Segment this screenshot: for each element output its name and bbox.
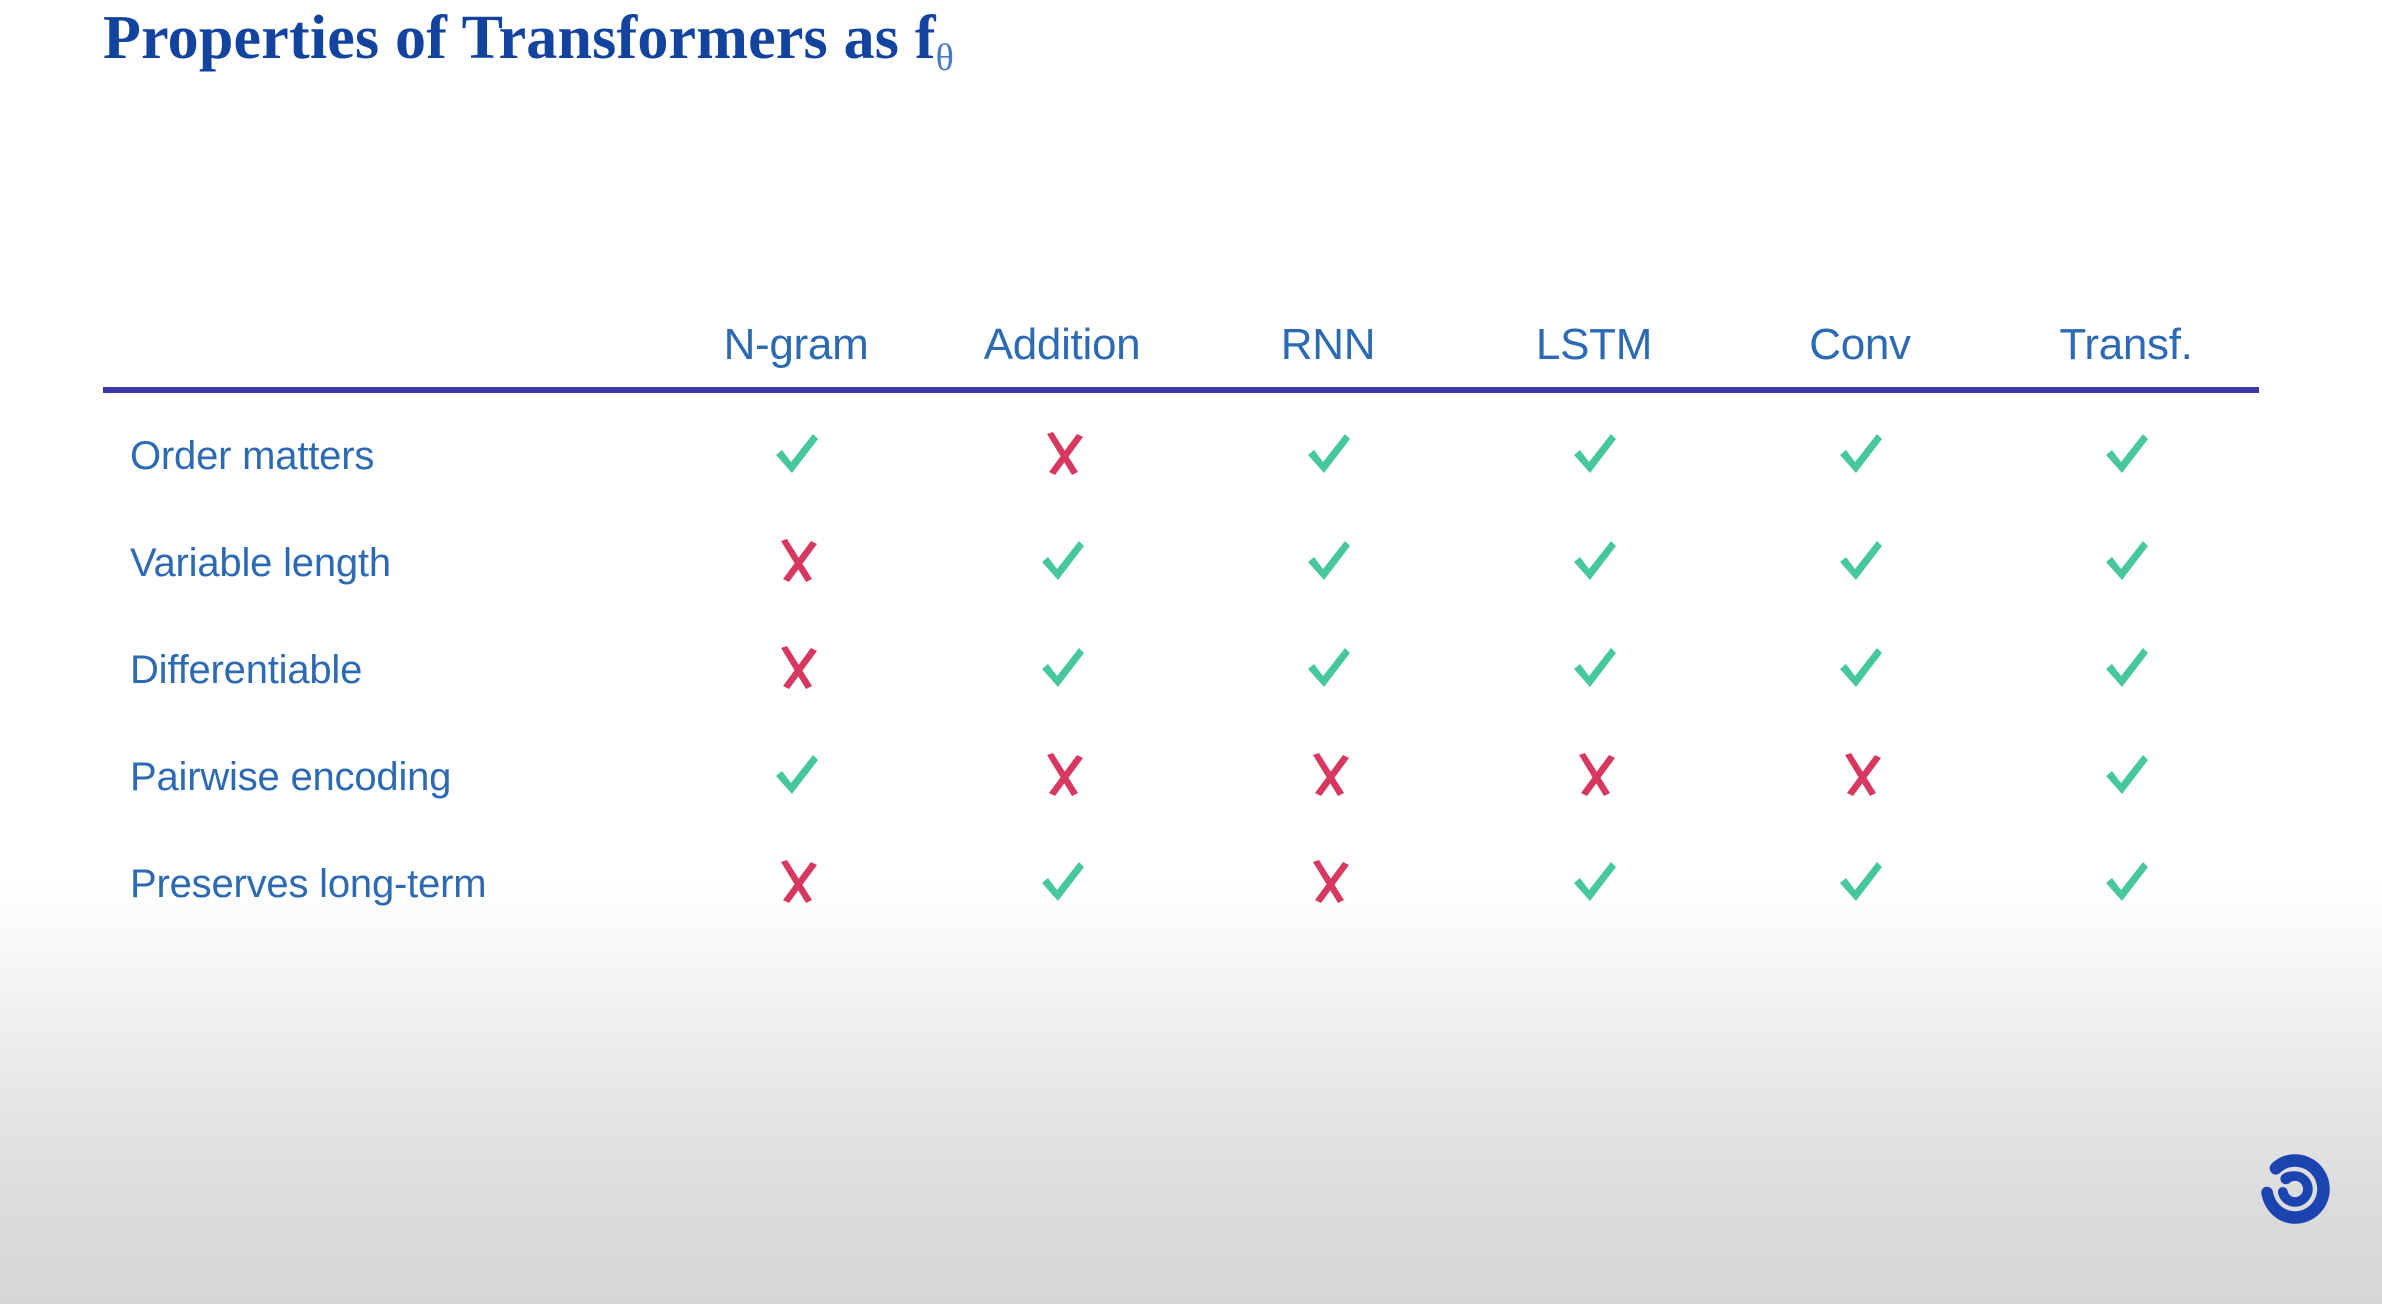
check-icon — [1036, 537, 1088, 589]
comparison-table: N-gram Addition RNN LSTM Conv Transf. — [103, 300, 2259, 390]
cell-check — [929, 536, 1195, 588]
cross-icon — [770, 537, 822, 589]
column-header-addition: Addition — [983, 320, 1141, 369]
cross-icon — [1302, 751, 1354, 803]
check-icon — [1302, 537, 1354, 589]
check-icon — [1302, 430, 1354, 482]
page-title-main: Properties of Transformers as f — [103, 4, 936, 72]
cross-icon — [1302, 858, 1354, 910]
cross-icon — [1834, 751, 1886, 803]
cell-check — [1461, 857, 1727, 909]
cross-icon — [770, 858, 822, 910]
table-row: Order matters — [103, 402, 2259, 509]
check-icon — [770, 751, 822, 803]
cell-check — [1195, 536, 1461, 588]
table-row: Variable length — [103, 509, 2259, 616]
slide-canvas: Properties of Transformers as fθ N-gram … — [0, 0, 2382, 1304]
row-label: Differentiable — [130, 647, 363, 692]
spiral-logo — [2258, 1152, 2332, 1226]
cross-icon — [1036, 751, 1088, 803]
table-body: Order matters Variable length Differentiab… — [103, 402, 2259, 937]
row-label: Order matters — [130, 433, 375, 478]
cell-check — [1461, 429, 1727, 481]
column-header-n-gram: N-gram — [723, 320, 869, 369]
cell-check — [1727, 429, 1993, 481]
check-icon — [770, 430, 822, 482]
cell-check — [1727, 643, 1993, 695]
cell-cross — [1461, 750, 1727, 802]
row-label: Pairwise encoding — [130, 754, 452, 799]
cross-icon — [770, 644, 822, 696]
cell-cross — [1727, 750, 1993, 802]
row-label: Preserves long-term — [130, 861, 487, 906]
cell-check — [1727, 536, 1993, 588]
cell-check — [1993, 750, 2259, 802]
cell-cross — [1195, 750, 1461, 802]
check-icon — [1834, 858, 1886, 910]
cell-check — [663, 750, 929, 802]
column-header-lstm: LSTM — [1535, 320, 1653, 369]
cell-check — [1461, 643, 1727, 695]
table-row: Pairwise encoding — [103, 723, 2259, 830]
page-title: Properties of Transformers as fθ — [103, 2, 954, 94]
cell-check — [1727, 857, 1993, 909]
page-title-theta-subscript: θ — [935, 37, 955, 79]
check-icon — [1036, 644, 1088, 696]
check-icon — [1568, 537, 1620, 589]
check-icon — [1302, 644, 1354, 696]
cell-check — [1993, 536, 2259, 588]
cell-check — [1993, 857, 2259, 909]
cell-check — [1461, 536, 1727, 588]
check-icon — [1834, 430, 1886, 482]
table-row: Differentiable — [103, 616, 2259, 723]
cell-check — [1993, 643, 2259, 695]
row-label: Variable length — [130, 540, 391, 585]
check-icon — [1568, 858, 1620, 910]
header-divider-rule — [103, 387, 2259, 393]
check-icon — [2100, 430, 2152, 482]
cell-check — [929, 643, 1195, 695]
cross-icon — [1036, 430, 1088, 482]
cell-cross — [929, 429, 1195, 481]
check-icon — [2100, 858, 2152, 910]
cell-check — [1195, 429, 1461, 481]
cell-cross — [663, 536, 929, 588]
cell-check — [1195, 643, 1461, 695]
column-header-transf: Transf. — [2059, 320, 2193, 369]
check-icon — [2100, 644, 2152, 696]
cell-cross — [663, 857, 929, 909]
cell-cross — [929, 750, 1195, 802]
cell-check — [929, 857, 1195, 909]
cell-cross — [663, 643, 929, 695]
table-row: Preserves long-term — [103, 830, 2259, 937]
check-icon — [2100, 537, 2152, 589]
check-icon — [1834, 644, 1886, 696]
check-icon — [1834, 537, 1886, 589]
check-icon — [1568, 430, 1620, 482]
check-icon — [1036, 858, 1088, 910]
cell-cross — [1195, 857, 1461, 909]
check-icon — [2100, 751, 2152, 803]
cell-check — [1993, 429, 2259, 481]
table-header-row: N-gram Addition RNN LSTM Conv Transf. — [103, 300, 2259, 390]
check-icon — [1568, 644, 1620, 696]
cross-icon — [1568, 751, 1620, 803]
cell-check — [663, 429, 929, 481]
column-header-rnn: RNN — [1280, 320, 1376, 369]
column-header-conv: Conv — [1809, 320, 1911, 369]
